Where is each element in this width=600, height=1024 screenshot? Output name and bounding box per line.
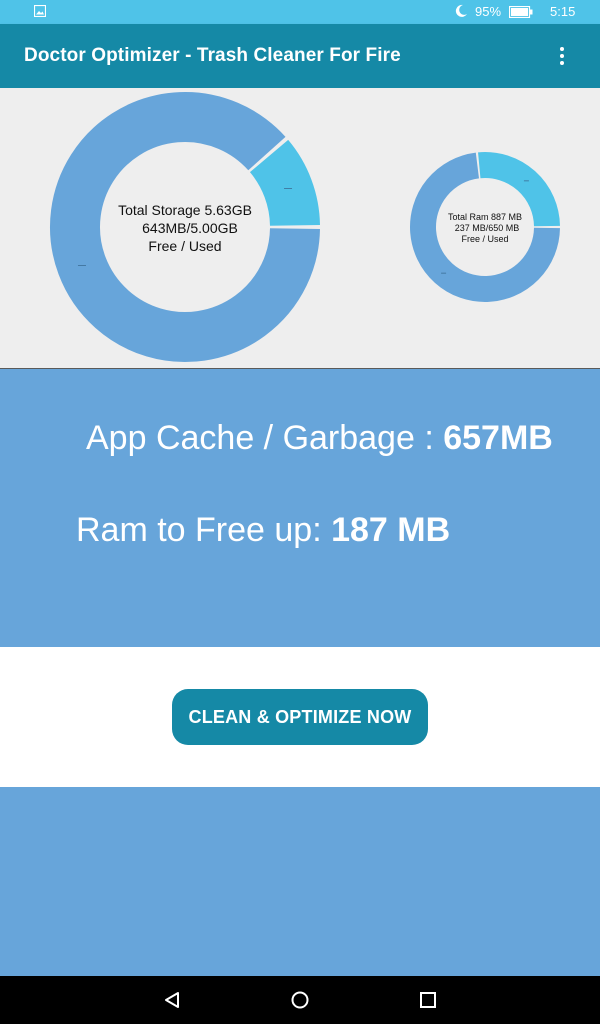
ram-free-value: 187 MB (331, 511, 451, 549)
charts-panel: Total Storage 5.63GB 643MB/5.00GB Free /… (0, 88, 600, 369)
ram-total-label: Total Ram 887 MB (448, 212, 522, 222)
recents-icon[interactable] (416, 988, 440, 1012)
status-bar: 95% 5:15 (0, 0, 600, 24)
battery-icon (509, 6, 533, 18)
app-title: Doctor Optimizer - Trash Cleaner For Fir… (24, 45, 401, 66)
ram-free-label: Ram to Free up: (76, 511, 332, 549)
charts-svg: Total Storage 5.63GB 643MB/5.00GB Free /… (50, 92, 560, 362)
ram-free-row: Ram to Free up: 187 MB (76, 511, 450, 550)
battery-percent: 95% (475, 4, 502, 19)
app-cache-value: 657MB (443, 419, 553, 457)
storage-free-used-values: 643MB/5.00GB (142, 220, 238, 236)
clean-optimize-button[interactable]: CLEAN & OPTIMIZE NOW (172, 689, 428, 745)
action-panel: CLEAN & OPTIMIZE NOW (0, 647, 600, 787)
slice-free (249, 139, 320, 227)
moon-icon (455, 4, 467, 17)
bottom-panel (0, 787, 600, 976)
clock: 5:15 (550, 4, 576, 19)
app-bar: Doctor Optimizer - Trash Cleaner For Fir… (0, 24, 600, 88)
storage-free-used-label: Free / Used (148, 238, 221, 254)
image-notification-icon (34, 5, 46, 17)
app-cache-row: App Cache / Garbage : 657MB (86, 419, 553, 458)
stats-panel: App Cache / Garbage : 657MB Ram to Free … (0, 369, 600, 647)
overflow-menu-icon[interactable] (552, 46, 572, 66)
ram-free-used-values: 237 MB/650 MB (455, 223, 520, 233)
app-cache-label: App Cache / Garbage : (86, 419, 444, 457)
ram-free-used-label: Free / Used (461, 234, 508, 244)
navigation-bar (0, 976, 600, 1024)
home-icon[interactable] (288, 988, 312, 1012)
storage-total-label: Total Storage 5.63GB (118, 202, 252, 218)
back-icon[interactable] (160, 988, 184, 1012)
